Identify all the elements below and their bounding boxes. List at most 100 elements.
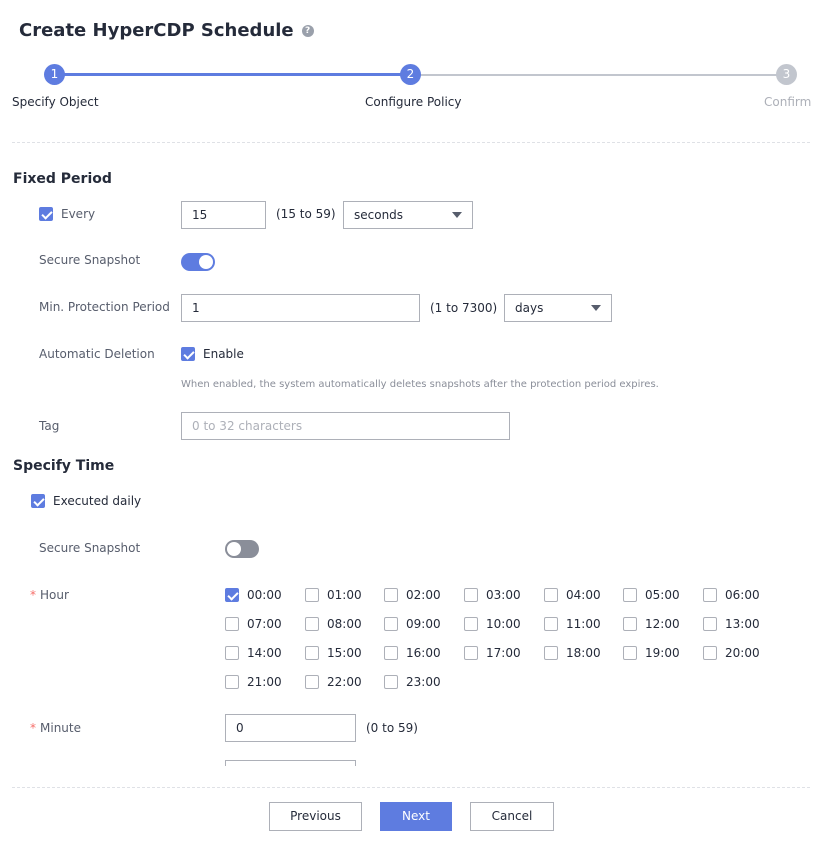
next-button[interactable]: Next (380, 802, 452, 831)
page-title: Create HyperCDP Schedule ? (19, 20, 314, 41)
hour-label-text: Hour (40, 588, 69, 602)
hour-option[interactable]: 00:00 (225, 587, 282, 603)
hour-checkbox[interactable] (305, 646, 319, 660)
hour-option[interactable]: 19:00 (623, 645, 680, 661)
step-2-label: Configure Policy (365, 95, 462, 109)
hour-checkbox[interactable] (464, 617, 478, 631)
hour-option[interactable]: 22:00 (305, 674, 362, 690)
hour-option[interactable]: 23:00 (384, 674, 441, 690)
hour-checkbox[interactable] (225, 675, 239, 689)
required-marker: * (30, 721, 36, 735)
executed-daily-label: Executed daily (53, 494, 142, 508)
hour-option[interactable]: 09:00 (384, 616, 441, 632)
hour-option[interactable]: 21:00 (225, 674, 282, 690)
hour-checkbox[interactable] (464, 588, 478, 602)
hour-option[interactable]: 18:00 (544, 645, 601, 661)
hour-option[interactable]: 06:00 (703, 587, 760, 603)
secure-snapshot-toggle[interactable] (225, 540, 259, 558)
secure-snapshot-label: Secure Snapshot (39, 253, 141, 267)
min-protection-unit-select[interactable]: days (504, 294, 612, 322)
hour-option[interactable]: 04:00 (544, 587, 601, 603)
min-protection-label: Min. Protection Period (39, 300, 170, 314)
hour-option[interactable]: 14:00 (225, 645, 282, 661)
hour-checkbox[interactable] (305, 588, 319, 602)
auto-delete-checkbox[interactable] (181, 347, 195, 361)
hour-option[interactable]: 05:00 (623, 587, 680, 603)
hour-option-label: 08:00 (327, 617, 362, 631)
executed-daily-checkbox[interactable] (31, 494, 45, 508)
hour-checkbox[interactable] (464, 646, 478, 660)
hour-option[interactable]: 20:00 (703, 645, 760, 661)
hour-checkbox[interactable] (305, 617, 319, 631)
hour-option[interactable]: 10:00 (464, 616, 521, 632)
hour-option-label: 02:00 (406, 588, 441, 602)
hour-checkbox[interactable] (305, 675, 319, 689)
tag-input[interactable]: 0 to 32 characters (181, 412, 510, 440)
hour-checkbox[interactable] (544, 588, 558, 602)
hour-checkbox[interactable] (623, 617, 637, 631)
hour-option[interactable]: 07:00 (225, 616, 282, 632)
previous-button[interactable]: Previous (269, 802, 362, 831)
tag-label: Tag (39, 419, 60, 433)
hour-checkbox[interactable] (703, 617, 717, 631)
secure-snapshot-toggle[interactable] (181, 253, 215, 271)
hour-option[interactable]: 17:00 (464, 645, 521, 661)
hour-checkbox[interactable] (384, 588, 398, 602)
hour-option-label: 15:00 (327, 646, 362, 660)
chevron-down-icon (452, 212, 462, 218)
auto-delete-enable-label: Enable (203, 347, 244, 361)
hour-option[interactable]: 08:00 (305, 616, 362, 632)
min-protection-range: (1 to 7300) (430, 301, 498, 315)
hour-option[interactable]: 11:00 (544, 616, 601, 632)
cancel-button[interactable]: Cancel (470, 802, 554, 831)
min-protection-unit-value: days (515, 301, 544, 315)
hour-option[interactable]: 15:00 (305, 645, 362, 661)
hour-checkbox[interactable] (384, 617, 398, 631)
hour-checkbox[interactable] (384, 646, 398, 660)
hour-option[interactable]: 02:00 (384, 587, 441, 603)
hour-checkbox[interactable] (623, 646, 637, 660)
hour-checkbox[interactable] (544, 646, 558, 660)
hour-checkbox[interactable] (225, 588, 239, 602)
required-marker: * (30, 588, 36, 602)
hour-option-label: 19:00 (645, 646, 680, 660)
every-unit-select[interactable]: seconds (343, 201, 473, 229)
hour-option-label: 18:00 (566, 646, 601, 660)
stepper-progress-line (55, 73, 411, 76)
hour-checkbox[interactable] (225, 646, 239, 660)
hour-checkbox[interactable] (384, 675, 398, 689)
auto-delete-label: Automatic Deletion (39, 347, 155, 361)
min-protection-input[interactable]: 1 (181, 294, 420, 322)
chevron-down-icon (591, 305, 601, 311)
step-1-dot: 1 (44, 64, 65, 85)
specify-time-heading: Specify Time (13, 458, 115, 474)
hour-option[interactable]: 03:00 (464, 587, 521, 603)
hour-checkbox[interactable] (225, 617, 239, 631)
hour-option-label: 05:00 (645, 588, 680, 602)
hour-option-label: 17:00 (486, 646, 521, 660)
step-1-label: Specify Object (12, 95, 99, 109)
clipped-field (225, 760, 356, 766)
hour-option-label: 23:00 (406, 675, 441, 689)
hour-option-label: 21:00 (247, 675, 282, 689)
hour-option-label: 01:00 (327, 588, 362, 602)
hour-option[interactable]: 16:00 (384, 645, 441, 661)
hour-checkbox[interactable] (703, 588, 717, 602)
hour-checkbox[interactable] (544, 617, 558, 631)
hour-option[interactable]: 13:00 (703, 616, 760, 632)
hour-option-label: 06:00 (725, 588, 760, 602)
every-unit-value: seconds (354, 208, 404, 222)
hour-checkbox[interactable] (703, 646, 717, 660)
hour-label: * Hour (30, 588, 69, 602)
page-title-text: Create HyperCDP Schedule (19, 20, 294, 41)
every-input[interactable]: 15 (181, 201, 266, 229)
hour-option[interactable]: 12:00 (623, 616, 680, 632)
help-icon[interactable]: ? (301, 24, 314, 37)
minute-input[interactable]: 0 (225, 714, 356, 742)
auto-delete-hint: When enabled, the system automatically d… (181, 379, 659, 390)
every-checkbox[interactable] (39, 207, 53, 221)
hour-option[interactable]: 01:00 (305, 587, 362, 603)
hour-checkbox[interactable] (623, 588, 637, 602)
hour-option-label: 07:00 (247, 617, 282, 631)
hour-option-label: 00:00 (247, 588, 282, 602)
